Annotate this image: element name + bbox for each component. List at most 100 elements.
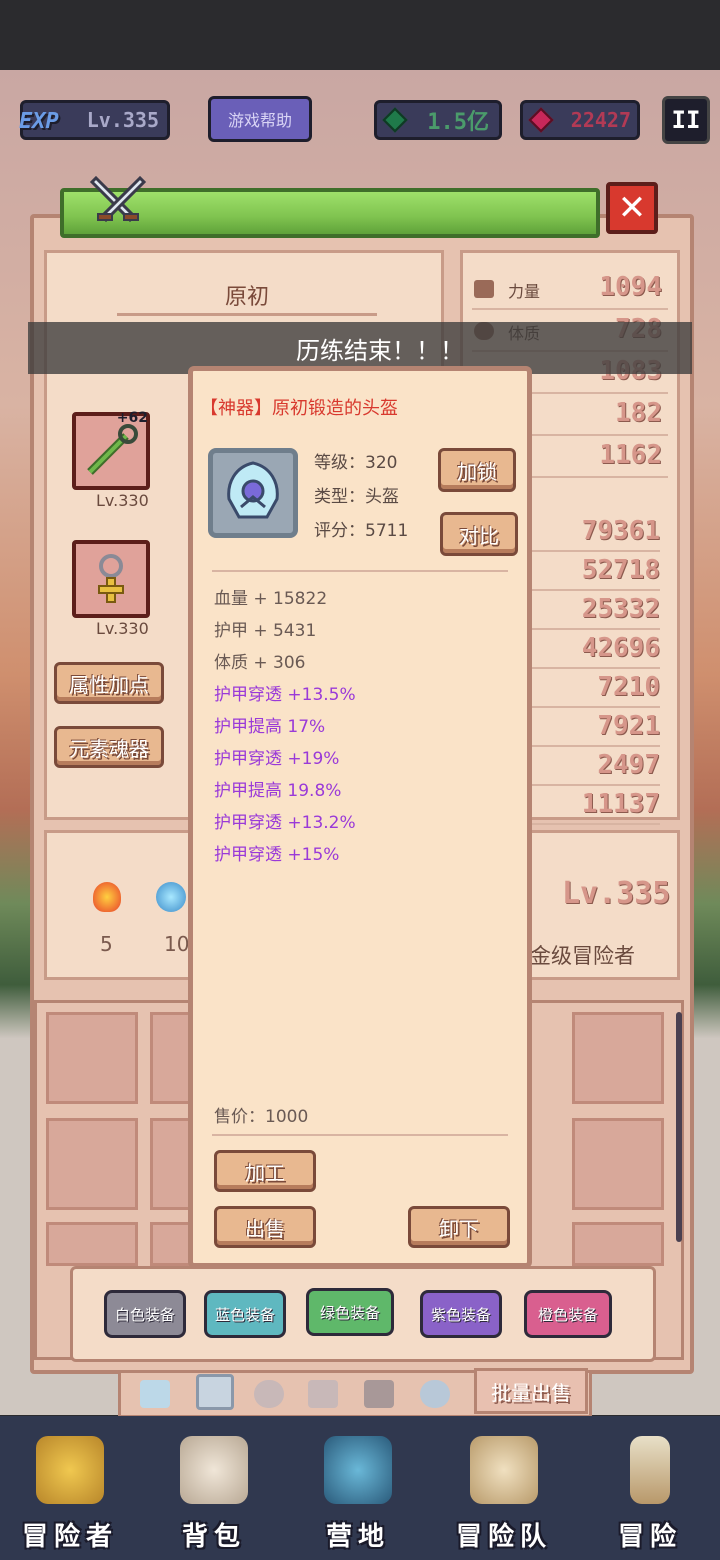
attribute-points-button[interactable]: 属性加点 [54, 662, 164, 704]
stat2-row: 79361 [530, 514, 660, 552]
nav-party[interactable]: 冒险队 [444, 1432, 564, 1552]
bonus-attribute: 护甲穿透 +19% [214, 749, 340, 769]
stat-name: 力量 [508, 282, 541, 301]
divider [212, 1134, 508, 1136]
item-level: 等级：320 [314, 453, 398, 473]
status-bar-area [0, 0, 720, 72]
element-soul-button[interactable]: 元素魂器 [54, 726, 164, 768]
item-score: 评分：5711 [314, 521, 409, 541]
stat2-row: 25332 [530, 592, 660, 630]
tab-pants-icon[interactable] [364, 1380, 394, 1408]
bulk-sell-button[interactable]: 批量出售 [474, 1368, 588, 1414]
fire-element-icon [84, 874, 130, 922]
green-currency: 1.5亿 [374, 100, 502, 140]
tab-chest-icon[interactable] [308, 1380, 338, 1408]
red-currency-value: 22427 [570, 108, 631, 132]
process-button[interactable]: 加工 [214, 1150, 316, 1192]
stat2-value: 25332 [581, 594, 660, 624]
tab-armor-icon[interactable] [196, 1374, 234, 1410]
weapon-slot[interactable]: +62 [72, 410, 150, 490]
stat2-value: 7921 [597, 711, 660, 741]
pause-button[interactable]: II [662, 96, 710, 144]
green-gem-icon [382, 107, 408, 133]
stat2-value: 42696 [581, 633, 660, 663]
nav-label: 营地 [325, 1522, 390, 1552]
stat2-value: 7210 [597, 672, 660, 702]
game-help-button[interactable]: 游戏帮助 [208, 96, 312, 142]
adventurer-level: Lv.335 [562, 876, 671, 911]
amulet-icon [98, 554, 124, 603]
enhance-level: +62 [116, 410, 148, 426]
inventory-cell[interactable] [46, 1222, 138, 1266]
bonus-attribute: 护甲穿透 +13.5% [214, 685, 356, 705]
stat2-row: 7210 [530, 670, 660, 708]
stat2-row: 11137 [530, 787, 660, 825]
tab-ring-icon[interactable] [420, 1380, 450, 1408]
inventory-cell[interactable] [572, 1222, 664, 1266]
unequip-button[interactable]: 卸下 [408, 1206, 510, 1248]
inventory-cell[interactable] [46, 1012, 138, 1104]
item-title: 【神器】原初锻造的头盔 [200, 398, 398, 419]
nav-backpack[interactable]: 背包 [154, 1432, 274, 1552]
bonus-attribute: 护甲穿透 +15% [214, 845, 340, 865]
sell-button[interactable]: 出售 [214, 1206, 316, 1248]
filter-white-button[interactable]: 白色装备 [104, 1290, 186, 1338]
divider [212, 570, 508, 572]
stat-value: 182 [615, 398, 662, 428]
inventory-cell[interactable] [572, 1118, 664, 1210]
stat2-row: 7921 [530, 709, 660, 747]
player-level: Lv.335 [86, 108, 159, 132]
scroll-book-icon [470, 1436, 538, 1504]
inventory-scrollbar[interactable] [676, 1012, 682, 1242]
red-currency: 22427 [520, 100, 640, 140]
camp-banner-icon [324, 1436, 392, 1504]
filter-green-button[interactable]: 绿色装备 [306, 1288, 394, 1336]
filter-orange-button[interactable]: 橙色装备 [524, 1290, 612, 1338]
stat-value: 1094 [599, 272, 662, 302]
slot-level: Lv.330 [96, 619, 149, 638]
stat2-row: 52718 [530, 553, 660, 591]
base-attribute: 体质 + 306 [214, 653, 306, 673]
stat2-value: 52718 [581, 555, 660, 585]
green-currency-value: 1.5亿 [427, 110, 489, 135]
tab-weapon-icon[interactable] [140, 1380, 170, 1408]
base-attribute: 护甲 + 5431 [214, 621, 317, 641]
nav-label: 冒险者 [21, 1522, 118, 1552]
nav-camp[interactable]: 营地 [298, 1432, 418, 1552]
wrench-sword-icon [87, 424, 138, 475]
filter-purple-button[interactable]: 紫色装备 [420, 1290, 502, 1338]
stat-row-strength: 力量 1094 [472, 270, 668, 310]
crown-icon [36, 1436, 104, 1504]
inventory-cell[interactable] [46, 1118, 138, 1210]
water-element-count: 10 [164, 932, 190, 956]
strength-icon [474, 280, 494, 298]
exp-icon: EXP [19, 108, 59, 134]
fire-element-count: 5 [100, 932, 113, 956]
amulet-slot[interactable] [72, 540, 150, 618]
stat2-row: 2497 [530, 748, 660, 786]
bonus-attribute: 护甲提高 19.8% [214, 781, 342, 801]
tab-helmet-icon[interactable] [254, 1380, 284, 1408]
close-button[interactable]: ✕ [606, 182, 658, 234]
base-attribute: 血量 + 15822 [214, 589, 328, 609]
filter-blue-button[interactable]: 蓝色装备 [204, 1290, 286, 1338]
pane-title: 原初 [224, 285, 269, 310]
player-level-badge: EXP Lv.335 [19, 100, 170, 140]
nav-adventure[interactable]: 冒险 [590, 1432, 710, 1552]
stat2-value: 2497 [597, 750, 660, 780]
title-underline [117, 313, 377, 316]
stat2-value: 11137 [581, 789, 660, 819]
bonus-attribute: 护甲穿透 +13.2% [214, 813, 356, 833]
inventory-cell[interactable] [572, 1012, 664, 1104]
item-type: 类型：头盔 [314, 487, 399, 507]
nav-label: 冒险队 [455, 1522, 552, 1552]
compare-button[interactable]: 对比 [440, 512, 518, 556]
water-element-icon [154, 874, 190, 922]
ruby-gem-icon [528, 107, 554, 133]
backpack-icon [180, 1436, 248, 1504]
nav-adventurer[interactable]: 冒险者 [10, 1432, 130, 1552]
helmet-icon [227, 461, 279, 519]
bonus-attribute: 护甲提高 17% [214, 717, 326, 737]
nav-label: 背包 [181, 1522, 246, 1552]
lock-button[interactable]: 加锁 [438, 448, 516, 492]
